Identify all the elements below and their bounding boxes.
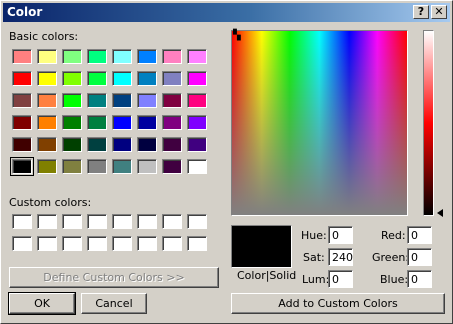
red-field[interactable]: 0	[407, 226, 432, 244]
sat-label: Sat:	[303, 251, 325, 264]
basic-color-swatch[interactable]	[187, 93, 207, 108]
blue-label: Blue:	[380, 273, 409, 286]
help-button[interactable]: ?	[413, 5, 429, 19]
basic-color-swatch[interactable]	[87, 115, 107, 130]
basic-color-swatch[interactable]	[137, 115, 157, 130]
ok-button[interactable]: OK	[8, 292, 76, 315]
basic-color-swatch[interactable]	[137, 49, 157, 64]
green-field[interactable]: 0	[407, 248, 432, 266]
basic-color-swatch[interactable]	[37, 49, 57, 64]
basic-color-swatch[interactable]	[87, 71, 107, 86]
basic-color-swatch[interactable]	[137, 137, 157, 152]
luminosity-slider[interactable]	[423, 30, 434, 216]
basic-color-swatch[interactable]	[137, 71, 157, 86]
basic-color-swatch[interactable]	[37, 93, 57, 108]
custom-color-swatch[interactable]	[37, 214, 57, 229]
basic-color-swatch[interactable]	[112, 93, 132, 108]
basic-colors-label: Basic colors:	[9, 30, 79, 43]
custom-color-swatch[interactable]	[12, 214, 32, 229]
custom-color-swatch[interactable]	[12, 236, 32, 251]
basic-color-swatch[interactable]	[187, 49, 207, 64]
basic-color-swatch[interactable]	[37, 71, 57, 86]
cancel-button[interactable]: Cancel	[81, 293, 147, 314]
basic-color-swatch[interactable]	[112, 115, 132, 130]
custom-color-swatch[interactable]	[62, 214, 82, 229]
basic-color-swatch[interactable]	[10, 157, 34, 176]
basic-color-swatch[interactable]	[62, 159, 82, 174]
color-spectrum[interactable]	[231, 30, 408, 216]
basic-color-swatch[interactable]	[137, 159, 157, 174]
custom-color-swatch[interactable]	[162, 236, 182, 251]
color-dialog: Color ? ✕ Basic colors: Custom colors: D…	[0, 0, 453, 324]
basic-color-swatch[interactable]	[87, 137, 107, 152]
basic-color-swatch[interactable]	[62, 115, 82, 130]
define-custom-colors-button[interactable]: Define Custom Colors >>	[9, 267, 219, 288]
custom-color-swatch[interactable]	[187, 214, 207, 229]
basic-color-swatch[interactable]	[12, 93, 32, 108]
basic-color-swatch[interactable]	[12, 71, 32, 86]
dialog-title: Color	[7, 5, 43, 19]
basic-color-swatch[interactable]	[12, 49, 32, 64]
basic-color-swatch[interactable]	[187, 137, 207, 152]
basic-color-swatch[interactable]	[162, 49, 182, 64]
color-preview	[231, 225, 292, 268]
basic-color-swatch[interactable]	[37, 137, 57, 152]
basic-color-swatch[interactable]	[87, 159, 107, 174]
lum-label: Lum:	[302, 273, 330, 286]
custom-color-swatch[interactable]	[137, 236, 157, 251]
hue-field[interactable]: 0	[328, 226, 353, 244]
custom-color-swatch[interactable]	[37, 236, 57, 251]
sat-field[interactable]: 240	[328, 248, 353, 266]
basic-color-swatch[interactable]	[162, 71, 182, 86]
basic-color-swatch[interactable]	[112, 71, 132, 86]
basic-color-swatch[interactable]	[87, 93, 107, 108]
basic-color-swatch[interactable]	[162, 115, 182, 130]
basic-color-swatch[interactable]	[37, 159, 57, 174]
title-bar[interactable]: Color ? ✕	[3, 3, 450, 22]
luminosity-arrow-icon[interactable]	[437, 209, 443, 217]
basic-color-swatch[interactable]	[187, 115, 207, 130]
custom-color-swatch[interactable]	[87, 236, 107, 251]
basic-color-swatch[interactable]	[12, 137, 32, 152]
custom-colors-label: Custom colors:	[9, 196, 92, 209]
basic-color-swatch[interactable]	[87, 49, 107, 64]
basic-color-swatch[interactable]	[187, 159, 207, 174]
blue-field[interactable]: 0	[407, 270, 432, 288]
basic-color-swatch[interactable]	[62, 71, 82, 86]
basic-color-swatch[interactable]	[162, 137, 182, 152]
spectrum-crosshair-icon: ▚	[233, 30, 241, 41]
red-label: Red:	[381, 229, 406, 242]
custom-color-swatch[interactable]	[137, 214, 157, 229]
basic-color-swatch[interactable]	[37, 115, 57, 130]
color-solid-label: Color|Solid	[237, 269, 297, 282]
custom-color-swatch[interactable]	[62, 236, 82, 251]
lum-field[interactable]: 0	[328, 270, 353, 288]
custom-color-swatch[interactable]	[112, 214, 132, 229]
basic-color-swatch[interactable]	[62, 49, 82, 64]
custom-color-swatch[interactable]	[187, 236, 207, 251]
add-to-custom-colors-button[interactable]: Add to Custom Colors	[231, 293, 445, 314]
custom-color-swatch[interactable]	[112, 236, 132, 251]
close-button[interactable]: ✕	[431, 5, 447, 19]
basic-color-swatch[interactable]	[137, 93, 157, 108]
basic-color-swatch[interactable]	[162, 159, 182, 174]
basic-color-swatch[interactable]	[112, 49, 132, 64]
basic-color-swatch[interactable]	[12, 115, 32, 130]
basic-color-swatch[interactable]	[187, 71, 207, 86]
green-label: Green:	[372, 251, 410, 264]
hue-label: Hue:	[301, 229, 327, 242]
custom-color-swatch[interactable]	[87, 214, 107, 229]
custom-color-swatch[interactable]	[162, 214, 182, 229]
basic-color-swatch[interactable]	[162, 93, 182, 108]
basic-color-swatch[interactable]	[112, 159, 132, 174]
basic-color-swatch[interactable]	[62, 93, 82, 108]
basic-color-swatch[interactable]	[62, 137, 82, 152]
basic-color-swatch[interactable]	[112, 137, 132, 152]
